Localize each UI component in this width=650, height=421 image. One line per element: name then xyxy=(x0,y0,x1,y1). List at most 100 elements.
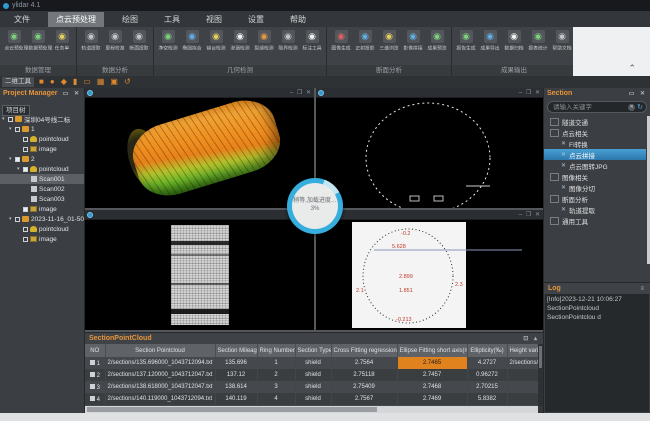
menu-tab[interactable]: 点云预处理 xyxy=(48,12,104,27)
ribbon-button[interactable]: 报告生成 xyxy=(454,30,478,53)
tree-item[interactable]: image xyxy=(0,234,84,244)
table-row[interactable]: 1 2/sections/135.696000_1043712094.txt 1… xyxy=(85,357,538,369)
menu-tab[interactable]: 视图 xyxy=(198,12,230,27)
tree-checkbox[interactable] xyxy=(23,227,28,232)
tree-checkbox[interactable] xyxy=(23,237,28,242)
draw-tool-icon[interactable]: ● xyxy=(50,77,55,87)
table-row[interactable]: 4 2/sections/140.119000_1043712094.txt 1… xyxy=(85,393,538,405)
ribbon-button[interactable]: 正射投影 xyxy=(353,30,377,53)
column-header[interactable]: Section Mileage xyxy=(215,344,257,357)
ribbon-button[interactable]: 裂缝检测 xyxy=(252,30,276,53)
draw-tool-icon[interactable]: ▦ xyxy=(97,77,105,87)
tree-checkbox[interactable] xyxy=(23,167,28,172)
column-header[interactable]: Height variance convergence(m) xyxy=(507,344,538,357)
pointcloud-canvas[interactable] xyxy=(85,98,314,208)
ribbon-button[interactable]: 成果导出 xyxy=(478,30,502,53)
search-refresh-icon[interactable]: ↻ xyxy=(637,103,643,111)
viewport-window-controls[interactable]: – ❐ ✕ xyxy=(519,211,541,218)
ribbon-button[interactable]: 里程校准 xyxy=(103,30,127,53)
viewport-window-controls[interactable]: – ❐ ✕ xyxy=(290,89,312,96)
tree-item[interactable]: image xyxy=(0,144,84,154)
viewport-section-fitting[interactable]: – ❐ ✕ -0.2 5.628 2.899 1.851 -0.213 2.1 … xyxy=(316,210,543,330)
section-tool-item[interactable]: FI转换 xyxy=(544,138,646,149)
tree-checkbox[interactable] xyxy=(23,137,28,142)
scrollbar-thumb[interactable] xyxy=(539,346,542,368)
ribbon-button[interactable]: 报表统计 xyxy=(526,30,550,53)
section-outline-canvas[interactable] xyxy=(316,98,543,208)
ribbon-button[interactable]: 任务单 xyxy=(50,30,74,53)
draw-tool-icon[interactable]: ▣ xyxy=(110,77,118,87)
draw-tool-icon[interactable]: ↺ xyxy=(124,77,131,87)
viewport-window-controls[interactable]: – ❐ ✕ xyxy=(519,89,541,96)
ribbon-button[interactable]: 数据预处理 xyxy=(26,30,50,53)
column-header[interactable]: Cross Fitting regression(m) xyxy=(331,344,397,357)
tree-checkbox[interactable] xyxy=(8,117,13,122)
menu-tab[interactable]: 绘图 xyxy=(114,12,146,27)
section-tool-item[interactable]: 图像分切 xyxy=(544,182,646,193)
tree-item[interactable]: 2 xyxy=(0,154,84,164)
tree-item[interactable]: 1 xyxy=(0,124,84,134)
ribbon-collapse-icon[interactable]: ⌃ xyxy=(628,63,636,74)
ribbon-button[interactable]: 图像生成 xyxy=(329,30,353,53)
table-horizontal-scrollbar[interactable] xyxy=(85,406,538,413)
ribbon-button[interactable]: 限界检测 xyxy=(276,30,300,53)
section-tool-item[interactable]: 隧道交通 xyxy=(544,116,646,127)
ribbon-button[interactable]: 点云预处理 xyxy=(2,30,26,53)
tree-item[interactable]: Scan001 xyxy=(0,174,84,184)
ribbon-button[interactable]: 影像拼接 xyxy=(401,30,425,53)
ribbon-button[interactable]: 净空检测 xyxy=(156,30,180,53)
tree-checkbox[interactable] xyxy=(23,207,28,212)
draw-tool-icon[interactable]: ▭ xyxy=(83,77,91,87)
ribbon-button[interactable]: 断面提取 xyxy=(127,30,151,53)
tree-item[interactable]: pointcloud xyxy=(0,134,84,144)
column-header[interactable]: Section Type xyxy=(295,344,331,357)
search-clear-icon[interactable]: ✕ xyxy=(628,104,635,111)
ribbon-button[interactable]: 三维浏览 xyxy=(377,30,401,53)
search-input[interactable] xyxy=(551,103,628,112)
section-tool-item[interactable]: 点云相关 xyxy=(544,127,646,138)
draw-tool-icon[interactable]: ▮ xyxy=(73,77,77,87)
row-checkbox[interactable] xyxy=(90,360,95,365)
draw-tool-icon[interactable]: ■ xyxy=(39,77,44,87)
section-tool-item[interactable]: 图像相关 xyxy=(544,171,646,182)
section-tool-item[interactable]: 点云图转JPG xyxy=(544,160,646,171)
tree-checkbox[interactable] xyxy=(15,127,20,132)
column-header[interactable]: Ring Number xyxy=(257,344,295,357)
section-fitting-canvas[interactable]: -0.2 5.628 2.899 1.851 -0.213 2.1 2.3 xyxy=(316,220,543,330)
ribbon-button[interactable]: 帮助文档 xyxy=(550,30,574,53)
scrollbar-thumb[interactable] xyxy=(87,407,377,412)
column-header[interactable]: Section Pointcloud xyxy=(105,344,215,357)
ribbon-button[interactable]: 成果预览 xyxy=(425,30,449,53)
menu-tab[interactable]: 设置 xyxy=(240,12,272,27)
section-tool-item[interactable]: 断面分析 xyxy=(544,193,646,204)
ribbon-button[interactable]: 错台检测 xyxy=(204,30,228,53)
menu-tab[interactable]: 工具 xyxy=(156,12,188,27)
table-row[interactable]: 2 2/sections/137.120000_1043712047.txt 1… xyxy=(85,369,538,381)
ribbon-button[interactable]: 椭圆拟合 xyxy=(180,30,204,53)
column-header[interactable]: NO xyxy=(85,344,105,357)
panel-window-icons[interactable]: ▭ ✕ xyxy=(63,90,81,97)
ribbon-button[interactable]: 渗漏检测 xyxy=(228,30,252,53)
panel-window-icons[interactable]: ▭ ✕ xyxy=(629,90,647,97)
viewport-3d-pointcloud[interactable]: – ❐ ✕ xyxy=(85,88,314,208)
tree-item[interactable]: Scan003 xyxy=(0,194,84,204)
viewport-section-outline[interactable]: – ❐ ✕ xyxy=(316,88,543,208)
intensity-image-canvas[interactable] xyxy=(85,220,314,330)
column-header[interactable]: Ellipse Fitting short axis(m) xyxy=(397,344,467,357)
row-checkbox[interactable] xyxy=(90,372,95,377)
table-window-icons[interactable]: ⊡ ▴ xyxy=(523,335,539,342)
menu-tab[interactable]: 帮助 xyxy=(282,12,314,27)
row-checkbox[interactable] xyxy=(90,384,95,389)
ribbon-button[interactable]: 数据归档 xyxy=(502,30,526,53)
ribbon-button[interactable]: 标注工具 xyxy=(300,30,324,53)
tree-item[interactable]: image xyxy=(0,204,84,214)
section-tool-item[interactable]: 通用工具 xyxy=(544,215,646,226)
tree-item[interactable]: Scan002 xyxy=(0,184,84,194)
table-row[interactable]: 3 2/sections/138.618000_1043712047.txt 1… xyxy=(85,381,538,393)
tree-checkbox[interactable] xyxy=(23,147,28,152)
section-tool-item[interactable]: 轨道提取 xyxy=(544,204,646,215)
tree-item[interactable]: 深圳04号线二标 xyxy=(0,114,84,124)
ribbon-button[interactable]: 轨道提取 xyxy=(79,30,103,53)
tree-item[interactable]: 2023-11-16_01-50 xyxy=(0,214,84,224)
row-checkbox[interactable] xyxy=(90,396,95,401)
